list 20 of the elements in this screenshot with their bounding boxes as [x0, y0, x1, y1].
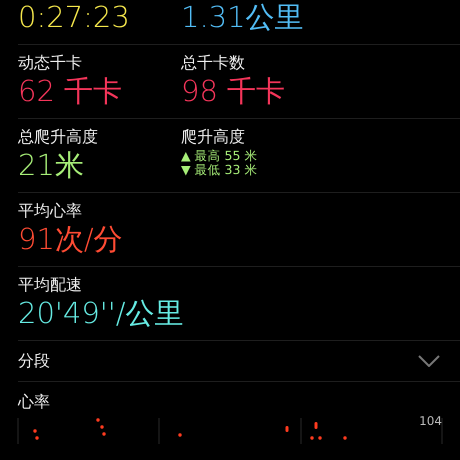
metric-label: 总千卡数 — [181, 53, 246, 73]
metric-label: 爬升高度 — [181, 127, 246, 147]
metric-value: 21米 — [18, 147, 85, 183]
metric-value: 62 千卡 — [18, 73, 124, 109]
max-elevation: ▲ 最高 55 米 — [181, 149, 258, 163]
chevron-icon[interactable] — [418, 355, 440, 367]
metric-value: 98 千卡 — [181, 73, 286, 109]
metric-value: 1.31公里 — [181, 0, 305, 35]
metric-value: 0:27:23 — [18, 0, 131, 35]
axis-max-label: 104 — [419, 414, 442, 428]
min-elevation: ▼ 最低 33 米 — [181, 163, 258, 177]
metric-value: 20'49''/公里 — [18, 295, 181, 331]
metric-label: 动态千卡 — [18, 53, 83, 73]
splits-label: 分段 — [18, 351, 50, 371]
splits-row[interactable]: 分段 — [18, 341, 460, 382]
metric-value: 91次/分 — [18, 221, 124, 257]
metric-label: 平均心率 — [18, 201, 83, 221]
metric-label: 总爬升高度 — [18, 127, 99, 147]
heart-rate-title: 心率 — [18, 392, 50, 411]
metric-label: 平均配速 — [18, 275, 83, 295]
